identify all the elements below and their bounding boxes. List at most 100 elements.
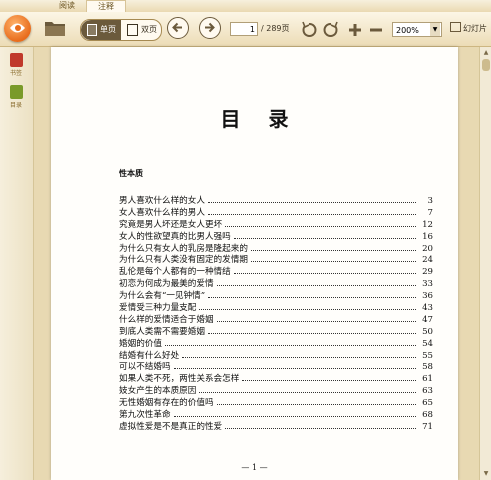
vertical-scrollbar[interactable]: ▲ ▼ bbox=[479, 47, 491, 480]
scroll-up-icon[interactable]: ▲ bbox=[482, 49, 490, 57]
toc-entry-title: 什么样的爱情适合于婚姻 bbox=[119, 314, 214, 325]
toc-leader-dots bbox=[216, 284, 416, 287]
toc-entry[interactable]: 到底人类需不需要婚姻 50 bbox=[119, 325, 433, 337]
toc-entry[interactable]: 虚拟性爱是不是真正的性爱 71 bbox=[119, 420, 433, 432]
toc-leader-dots bbox=[207, 213, 416, 215]
zoom-in-icon[interactable] bbox=[346, 21, 364, 39]
bookmark-icon bbox=[9, 53, 23, 67]
toc-entry-page: 20 bbox=[422, 243, 433, 254]
toc-entry[interactable]: 女人的性欲望真的比男人强吗 16 bbox=[119, 230, 433, 242]
rotate-left-icon[interactable] bbox=[300, 21, 318, 39]
toc-entry[interactable]: 结婚有什么好处 55 bbox=[119, 349, 433, 361]
slideshow-button[interactable]: 幻灯片 bbox=[450, 22, 487, 36]
scroll-thumb[interactable] bbox=[482, 59, 490, 71]
section-heading: 性本质 bbox=[119, 168, 143, 178]
toc-leader-dots bbox=[164, 344, 416, 346]
double-page-button[interactable]: 双页 bbox=[121, 20, 161, 40]
toc-entry[interactable]: 什么样的爱情适合于婚姻 47 bbox=[119, 313, 433, 325]
sidebar-item-contents[interactable]: 目录 bbox=[4, 85, 28, 109]
toc-entry-title: 男人喜欢什么样的女人 bbox=[119, 196, 205, 206]
toc-entry-title: 到底人类需不需要婚姻 bbox=[119, 326, 205, 337]
sidebar: 书签 目录 bbox=[0, 47, 34, 480]
toc-entry-page: 61 bbox=[422, 374, 433, 385]
toc-entry-page: 71 bbox=[422, 421, 433, 432]
toc-entry-page: 55 bbox=[422, 350, 433, 361]
arrow-left-icon bbox=[172, 22, 182, 33]
toc-entry-title: 妓女产生的本质原因 bbox=[119, 386, 197, 397]
toc-entry[interactable]: 为什么会有“一见钟情” 36 bbox=[119, 289, 433, 301]
toc-entry-title: 为什么只有人类没有固定的发情期 bbox=[119, 255, 248, 266]
toc-entry-page: 50 bbox=[422, 326, 433, 337]
slideshow-label: 幻灯片 bbox=[463, 24, 487, 33]
document-page: 目录 性本质 男人喜欢什么样的女人 3 女人喜欢什么样的男人 7 究竟是男人坏还是女人更… bbox=[51, 47, 458, 480]
toc-entry-title: 女人喜欢什么样的男人 bbox=[119, 207, 205, 218]
toc-entry-title: 为什么只有女人的乳房是隆起来的 bbox=[119, 243, 248, 254]
single-page-button[interactable]: 单页 bbox=[81, 20, 121, 40]
toc-leader-dots bbox=[173, 367, 416, 370]
toc-leader-dots bbox=[199, 308, 416, 311]
toc-entry[interactable]: 妓女产生的本质原因 63 bbox=[119, 384, 433, 396]
toc-leader-dots bbox=[233, 237, 416, 239]
toc-entry-page: 54 bbox=[422, 338, 433, 349]
toc-entry-title: 女人的性欲望真的比男人强吗 bbox=[119, 231, 231, 242]
toc-entry-page: 3 bbox=[427, 196, 433, 206]
toc-entry-page: 58 bbox=[422, 362, 433, 373]
arrow-right-icon bbox=[205, 22, 215, 33]
toc-entry-title: 初恋为何成为最美的爱情 bbox=[119, 279, 214, 290]
toc-leader-dots bbox=[207, 201, 416, 203]
zoom-value: 200% bbox=[396, 26, 419, 35]
view-mode-toggle: 单页 双页 bbox=[80, 19, 162, 41]
toc-entry[interactable]: 乱伦是每个人都有的一种情结 29 bbox=[119, 265, 433, 277]
toc-leader-dots bbox=[207, 332, 416, 334]
toc-leader-dots bbox=[173, 415, 416, 418]
toc-entry-page: 43 bbox=[422, 303, 433, 314]
toc-entry[interactable]: 男人喜欢什么样的女人 3 bbox=[119, 194, 433, 206]
toc-entry-title: 无性婚姻有存在的价值吗 bbox=[119, 398, 214, 409]
toc-entry-page: 16 bbox=[422, 231, 433, 242]
sidebar-item-label: 书签 bbox=[9, 70, 22, 77]
toc-entry-page: 29 bbox=[422, 267, 433, 278]
toc-entry-title: 虚拟性爱是不是真正的性爱 bbox=[119, 421, 223, 432]
page-number-input[interactable]: 1 bbox=[230, 22, 258, 36]
zoom-out-icon[interactable] bbox=[367, 21, 385, 39]
toc-entry-title: 婚姻的价值 bbox=[119, 338, 162, 349]
toc-entry[interactable]: 初恋为何成为最美的爱情 33 bbox=[119, 277, 433, 289]
toc-entry[interactable]: 为什么只有女人的乳房是隆起来的 20 bbox=[119, 242, 433, 254]
sidebar-item-bookmarks[interactable]: 书签 bbox=[4, 53, 28, 77]
tab-read[interactable]: 阅读 bbox=[48, 0, 86, 12]
toc-leader-dots bbox=[216, 403, 416, 406]
scroll-down-icon[interactable]: ▼ bbox=[482, 470, 490, 478]
double-page-icon bbox=[127, 23, 138, 36]
toc-entry[interactable]: 无性婚姻有存在的价值吗 65 bbox=[119, 396, 433, 408]
next-page-button[interactable] bbox=[199, 17, 221, 39]
toc-entry[interactable]: 究竟是男人坏还是女人更坏 12 bbox=[119, 218, 433, 230]
toc-entry[interactable]: 女人喜欢什么样的男人 7 bbox=[119, 206, 433, 218]
toc-entry[interactable]: 婚姻的价值 54 bbox=[119, 337, 433, 349]
previous-page-button[interactable] bbox=[167, 17, 189, 39]
rotate-right-icon[interactable] bbox=[322, 21, 340, 39]
toc-leader-dots bbox=[225, 427, 416, 429]
toc-entry-title: 第九次性革命 bbox=[119, 410, 171, 421]
app-logo[interactable] bbox=[4, 15, 31, 42]
tab-annotations[interactable]: 注释 bbox=[86, 0, 126, 12]
zoom-select[interactable]: 200% ▼ bbox=[392, 22, 442, 37]
table-of-contents: 男人喜欢什么样的女人 3 女人喜欢什么样的男人 7 究竟是男人坏还是女人更坏 12 女人的性… bbox=[119, 194, 433, 432]
sidebar-item-label: 目录 bbox=[9, 102, 22, 109]
toc-entry[interactable]: 如果人类不死，两性关系会怎样 61 bbox=[119, 372, 433, 384]
toc-entry-title: 可以不结婚吗 bbox=[119, 362, 171, 373]
toc-leader-dots bbox=[250, 260, 416, 263]
toc-entry-page: 47 bbox=[422, 314, 433, 325]
chevron-down-icon: ▼ bbox=[430, 23, 440, 36]
toc-leader-dots bbox=[182, 356, 416, 358]
toc-entry-title: 为什么会有“一见钟情” bbox=[119, 291, 206, 302]
toc-entry-page: 7 bbox=[427, 207, 433, 218]
toc-entry-page: 36 bbox=[422, 291, 433, 302]
toc-entry[interactable]: 可以不结婚吗 58 bbox=[119, 360, 433, 372]
toc-entry-page: 65 bbox=[422, 398, 433, 409]
page-footer: — 1 — bbox=[241, 463, 268, 472]
toc-entry[interactable]: 第九次性革命 68 bbox=[119, 408, 433, 420]
toc-entry[interactable]: 爱情受三种力量支配 43 bbox=[119, 301, 433, 313]
toc-entry[interactable]: 为什么只有人类没有固定的发情期 24 bbox=[119, 253, 433, 265]
toc-entry-title: 如果人类不死，两性关系会怎样 bbox=[119, 374, 240, 385]
open-folder-icon[interactable] bbox=[44, 18, 66, 38]
